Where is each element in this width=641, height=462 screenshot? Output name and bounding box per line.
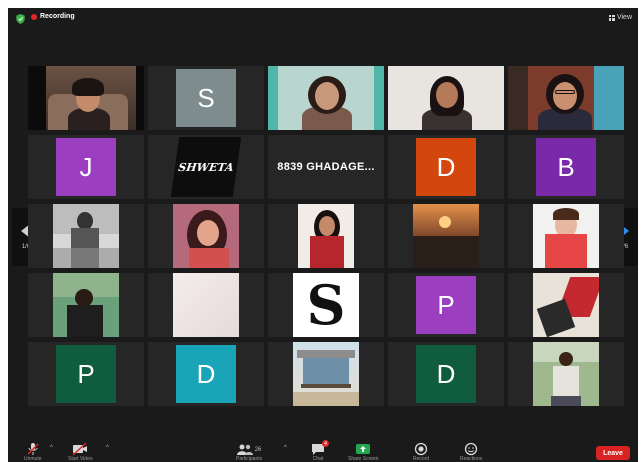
chat-button[interactable]: 4 Chat	[311, 440, 329, 462]
profile-photo	[413, 204, 479, 268]
participant-tile[interactable]	[388, 204, 504, 268]
profile-photo	[173, 273, 239, 337]
video-options-caret[interactable]: ^	[106, 445, 109, 451]
avatar: D	[416, 138, 476, 196]
avatar: J	[56, 138, 116, 196]
participant-tile[interactable]: S	[148, 66, 264, 130]
unmute-label: Unmute	[24, 456, 42, 462]
participant-tile[interactable]	[28, 204, 144, 268]
participants-count: 26	[254, 447, 262, 453]
record-icon	[414, 442, 428, 456]
participant-tile-active-speaker[interactable]	[268, 66, 384, 130]
participant-tile[interactable]	[508, 273, 624, 337]
participant-tile[interactable]: S	[268, 273, 384, 337]
chat-unread-badge: 4	[322, 440, 329, 447]
meeting-toolbar: Unmute ^ Start Video ^ 26 Participants ^…	[8, 436, 638, 462]
participant-tile[interactable]	[148, 273, 264, 337]
recording-dot-icon	[31, 13, 37, 20]
profile-photo	[298, 204, 354, 268]
top-bar: Recording View	[8, 8, 638, 30]
view-label: View	[616, 14, 632, 21]
participant-tile[interactable]: P	[388, 273, 504, 337]
participant-tile[interactable]	[268, 204, 384, 268]
start-video-button[interactable]: Start Video	[68, 442, 93, 462]
recording-indicator[interactable]: Recording	[31, 13, 75, 20]
participant-tile[interactable]: J	[28, 135, 144, 199]
participant-tile[interactable]	[28, 273, 144, 337]
profile-photo	[533, 273, 599, 337]
share-screen-icon	[356, 444, 371, 454]
avatar: D	[416, 345, 476, 403]
participants-icon	[236, 444, 253, 455]
avatar: S	[176, 69, 236, 127]
participant-tile[interactable]	[388, 66, 504, 130]
avatar: P	[56, 345, 116, 403]
view-button[interactable]: View	[608, 14, 632, 21]
participant-tile[interactable]	[508, 204, 624, 268]
chat-label: Chat	[312, 456, 324, 462]
profile-photo	[173, 204, 239, 268]
avatar: D	[176, 345, 236, 403]
participant-tile[interactable]: D	[388, 342, 504, 406]
reactions-label: Reactions	[460, 456, 483, 462]
shield-icon[interactable]	[16, 14, 25, 24]
participant-video	[388, 66, 504, 130]
participant-video	[28, 66, 144, 130]
mic-muted-icon	[27, 443, 39, 455]
participants-label: Participants	[236, 456, 263, 462]
record-label: Record	[413, 456, 430, 462]
avatar: P	[416, 276, 476, 334]
participant-name: 8839 GHADAGE...	[277, 161, 375, 173]
profile-image: S	[293, 273, 359, 337]
profile-photo	[53, 273, 119, 337]
audio-options-caret[interactable]: ^	[50, 445, 53, 451]
participants-options-caret[interactable]: ^	[284, 445, 287, 451]
participant-tile[interactable]	[148, 204, 264, 268]
participant-tile[interactable]	[508, 66, 624, 130]
participant-tile[interactable]: P	[28, 342, 144, 406]
participant-tile[interactable]	[508, 342, 624, 406]
share-screen-button[interactable]: Share Screen	[348, 443, 379, 462]
share-screen-label: Share Screen	[348, 456, 379, 462]
grid-view-icon	[608, 14, 615, 21]
participant-tile[interactable]	[28, 66, 144, 130]
profile-photo	[53, 204, 119, 268]
recording-label: Recording	[40, 13, 75, 20]
profile-photo	[533, 342, 599, 406]
participant-tile[interactable]: 8839 GHADAGE...	[268, 135, 384, 199]
profile-image: SHWETA	[170, 137, 242, 197]
participants-button[interactable]: 26 Participants	[236, 444, 262, 462]
profile-photo	[533, 204, 599, 268]
zoom-meeting-window: Recording View 1/6 1/6 S J SHWETA 8839 G…	[8, 8, 638, 462]
participant-tile[interactable]: D	[148, 342, 264, 406]
leave-button[interactable]: Leave	[596, 446, 630, 460]
start-video-label: Start Video	[68, 456, 93, 462]
participant-tile[interactable]	[268, 342, 384, 406]
record-button[interactable]: Record	[413, 442, 429, 462]
participant-video	[268, 66, 384, 130]
gallery-grid: S J SHWETA 8839 GHADAGE... D B S P P D D	[28, 66, 624, 406]
reactions-button[interactable]: Reactions	[460, 442, 482, 462]
avatar: B	[536, 138, 596, 196]
video-off-icon	[72, 442, 88, 456]
unmute-button[interactable]: Unmute	[24, 442, 42, 462]
participant-tile[interactable]: SHWETA	[148, 135, 264, 199]
reactions-icon	[464, 442, 478, 456]
profile-photo	[293, 342, 359, 406]
participant-video	[508, 66, 624, 130]
participant-tile[interactable]: D	[388, 135, 504, 199]
participant-tile[interactable]: B	[508, 135, 624, 199]
